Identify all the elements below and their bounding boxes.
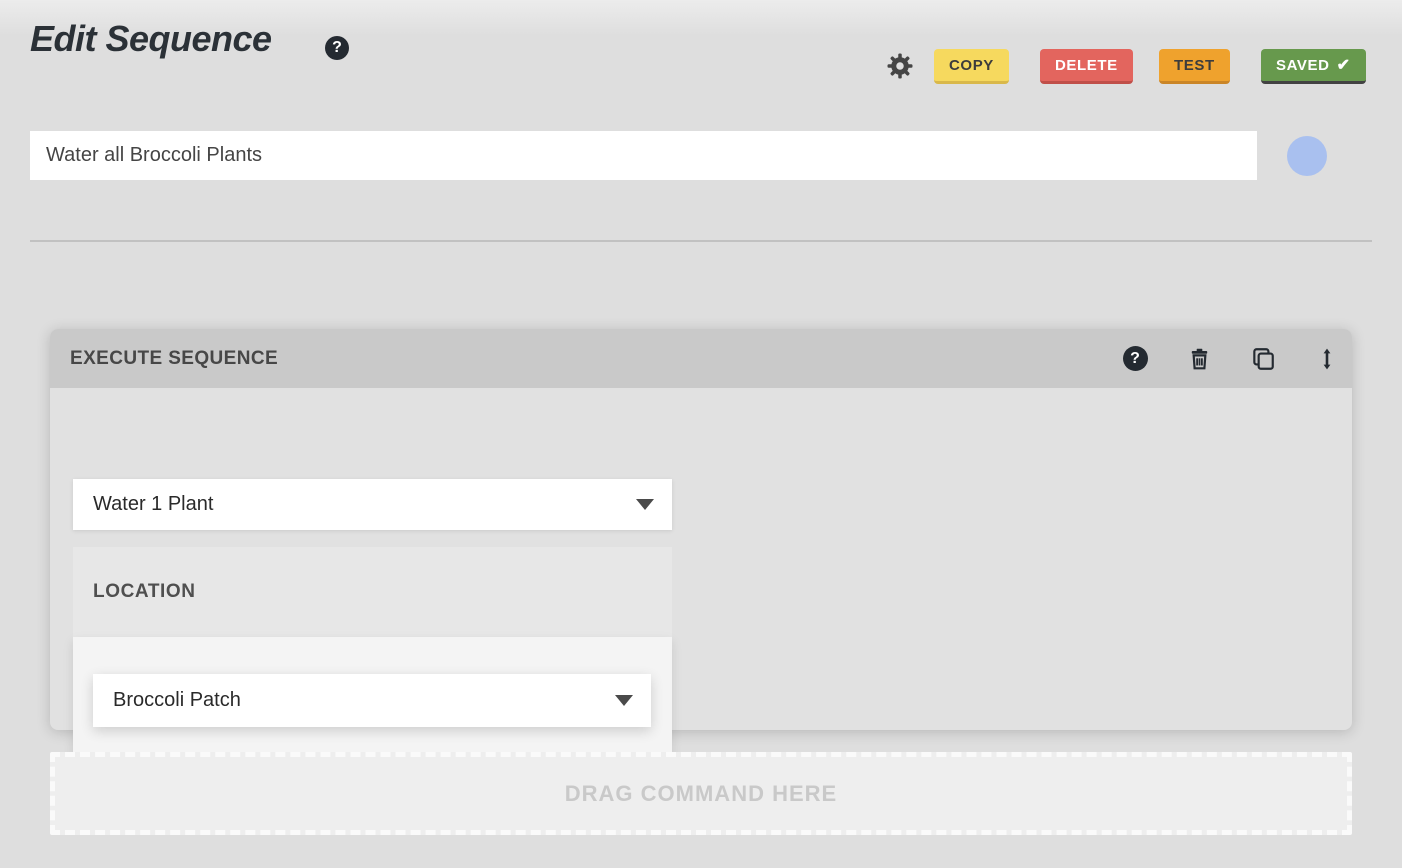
location-select-value: Broccoli Patch bbox=[113, 689, 241, 712]
location-header: LOCATION bbox=[73, 547, 672, 637]
sequence-select-dropdown[interactable]: Water 1 Plant bbox=[73, 479, 672, 530]
location-select-dropdown[interactable]: Broccoli Patch bbox=[93, 674, 651, 727]
delete-button-label: DELETE bbox=[1055, 57, 1118, 74]
location-body: Broccoli Patch bbox=[73, 637, 672, 771]
trash-icon bbox=[1187, 346, 1212, 371]
drop-zone-label: DRAG COMMAND HERE bbox=[565, 781, 837, 807]
sequence-color-picker[interactable] bbox=[1287, 136, 1327, 176]
divider bbox=[30, 240, 1372, 242]
test-button-label: TEST bbox=[1174, 57, 1215, 74]
drag-command-drop-zone[interactable]: DRAG COMMAND HERE bbox=[50, 752, 1352, 835]
location-block: LOCATION Broccoli Patch bbox=[73, 547, 672, 771]
page-help-icon[interactable]: ? bbox=[325, 36, 349, 60]
test-button[interactable]: TEST bbox=[1159, 49, 1230, 84]
chevron-down-icon bbox=[636, 499, 654, 510]
step-title: EXECUTE SEQUENCE bbox=[70, 348, 278, 370]
gear-icon bbox=[885, 51, 915, 81]
copy-button-label: COPY bbox=[949, 57, 994, 74]
step-copy-button[interactable] bbox=[1250, 346, 1276, 372]
page-title: Edit Sequence bbox=[30, 18, 272, 60]
chevron-down-icon bbox=[615, 695, 633, 706]
copy-button[interactable]: COPY bbox=[934, 49, 1009, 84]
copy-icon bbox=[1250, 346, 1276, 372]
step-body: Water 1 Plant LOCATION Broccoli Patch bbox=[50, 388, 1352, 730]
sequence-name-input[interactable] bbox=[30, 131, 1257, 180]
settings-button[interactable] bbox=[884, 50, 916, 82]
step-delete-button[interactable] bbox=[1186, 346, 1212, 372]
step-header-actions: ? bbox=[1122, 346, 1340, 372]
step-help-button[interactable]: ? bbox=[1122, 346, 1148, 372]
sequence-select-value: Water 1 Plant bbox=[93, 493, 213, 516]
move-vertical-icon bbox=[1315, 347, 1339, 371]
check-icon: ✔ bbox=[1337, 55, 1351, 75]
delete-button[interactable]: DELETE bbox=[1040, 49, 1133, 84]
save-status-label: SAVED bbox=[1276, 57, 1330, 74]
step-move-button[interactable] bbox=[1314, 346, 1340, 372]
edit-sequence-panel: Edit Sequence ? COPY DELETE TEST SAVED ✔ bbox=[0, 0, 1402, 868]
step-execute-sequence: EXECUTE SEQUENCE ? bbox=[50, 329, 1352, 730]
help-icon: ? bbox=[1123, 346, 1148, 371]
location-label: LOCATION bbox=[93, 581, 196, 603]
step-header[interactable]: EXECUTE SEQUENCE ? bbox=[50, 329, 1352, 388]
save-status-button[interactable]: SAVED ✔ bbox=[1261, 49, 1366, 84]
